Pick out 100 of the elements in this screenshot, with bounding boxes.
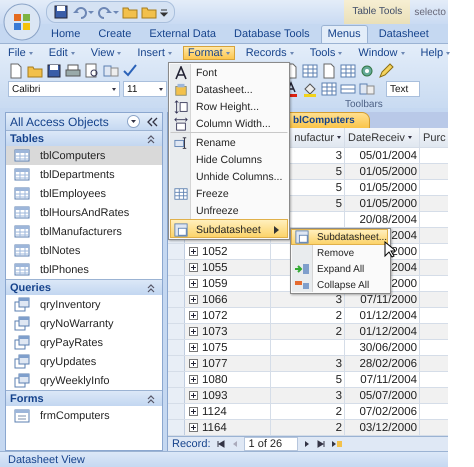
menu-item[interactable]: Unhide Columns...: [170, 168, 288, 185]
menu-item[interactable]: Remove: [291, 245, 388, 261]
navigation-item[interactable]: tblPhones: [6, 260, 162, 279]
column-width-icon: [173, 116, 189, 130]
table-cell: 05/07/2000: [359, 390, 417, 402]
navigation-item[interactable]: frmComputers: [6, 406, 162, 425]
menu-item[interactable]: Font: [170, 64, 288, 81]
expand-icon[interactable]: [189, 247, 198, 256]
expand-icon[interactable]: [189, 263, 198, 272]
form-icon: [14, 408, 30, 424]
ribbon-tab[interactable]: Home: [44, 25, 88, 43]
expand-icon[interactable]: [189, 391, 198, 400]
office-button-icon[interactable]: [3, 3, 41, 41]
expand-icon[interactable]: [189, 343, 198, 352]
menu-button[interactable]: Help: [416, 46, 456, 60]
collapse-icon[interactable]: [146, 282, 156, 292]
table-cell: 01/05/2000: [359, 166, 417, 178]
menu-button[interactable]: Tools: [304, 46, 348, 60]
navigation-item[interactable]: qryPayRates: [6, 333, 162, 352]
menu-button[interactable]: File: [3, 46, 38, 60]
spell-check-icon[interactable]: [122, 63, 138, 79]
column-header[interactable]: Purc: [420, 128, 448, 147]
menu-item[interactable]: Hide Columns: [170, 151, 288, 168]
menu-item[interactable]: Freeze: [170, 185, 288, 202]
expand-icon[interactable]: [189, 327, 198, 336]
collapse-pane-icon[interactable]: [146, 116, 158, 128]
menu-item[interactable]: Datasheet...: [170, 81, 288, 98]
expand-icon[interactable]: [189, 359, 198, 368]
navigation-item[interactable]: tblDepartments: [6, 165, 162, 184]
navigation-item[interactable]: qryUpdates: [6, 352, 162, 371]
dropdown-icon[interactable]: [127, 115, 140, 128]
new-document-icon[interactable]: [8, 63, 24, 79]
ribbon-tab[interactable]: Menus: [320, 25, 368, 43]
menu-button[interactable]: Window: [353, 46, 410, 60]
font-size-dropdown[interactable]: 11: [123, 81, 167, 97]
group-header[interactable]: Tables: [10, 132, 44, 144]
redo-icon[interactable]: [97, 4, 119, 20]
menu-item[interactable]: Subdatasheet...: [291, 229, 388, 245]
table-cell: 2: [336, 326, 342, 338]
group-header[interactable]: Queries: [10, 282, 51, 294]
font-name-dropdown[interactable]: Calibri: [8, 81, 120, 97]
menu-button[interactable]: Format: [182, 46, 235, 60]
group-header[interactable]: Forms: [10, 392, 44, 404]
fill-color-icon[interactable]: [302, 81, 318, 97]
menu-item[interactable]: Rename: [170, 132, 288, 151]
expand-icon[interactable]: [189, 295, 198, 304]
save-icon[interactable]: [53, 4, 69, 20]
collapse-icon[interactable]: [146, 134, 156, 144]
menu-button[interactable]: View: [86, 46, 126, 60]
table-cell: 1164: [202, 422, 227, 434]
menu-item[interactable]: Row Height...: [170, 98, 288, 115]
next-record-icon[interactable]: [302, 439, 311, 449]
expand-icon[interactable]: [189, 279, 198, 288]
gear-icon[interactable]: [359, 63, 375, 79]
pen-icon[interactable]: [378, 63, 394, 79]
expand-icon[interactable]: [189, 407, 198, 416]
collapse-icon[interactable]: [146, 394, 156, 404]
first-record-icon[interactable]: [216, 439, 226, 449]
navigation-item[interactable]: tblHoursAndRates: [6, 203, 162, 222]
expand-icon[interactable]: [189, 423, 198, 432]
document-tab[interactable]: blComputers: [288, 112, 370, 128]
navigation-item[interactable]: qryWeeklyInfo: [6, 371, 162, 390]
grid-icon[interactable]: [340, 63, 356, 79]
ribbon-tab[interactable]: Create: [91, 25, 138, 43]
expand-icon[interactable]: [189, 311, 198, 320]
menu-item[interactable]: Subdatasheet: [170, 219, 288, 238]
pane-title: All Access Objects: [10, 114, 110, 128]
table-icon: [14, 166, 30, 182]
menu-item[interactable]: Expand All: [291, 261, 388, 277]
page-icon[interactable]: [321, 63, 337, 79]
column-header[interactable]: DateReceiv: [345, 128, 420, 147]
print-icon[interactable]: [65, 63, 81, 79]
navigation-item[interactable]: qryInventory: [6, 295, 162, 314]
navigation-item[interactable]: tblNotes: [6, 241, 162, 260]
expand-icon[interactable]: [189, 375, 198, 384]
menu-item[interactable]: Unfreeze: [170, 202, 288, 219]
menu-button[interactable]: Edit: [44, 46, 80, 60]
menu-button[interactable]: Records: [240, 46, 299, 60]
ribbon-tab[interactable]: External Data: [142, 25, 224, 43]
menu-button[interactable]: Insert: [132, 46, 177, 60]
gridlines-icon[interactable]: [321, 81, 337, 97]
letter-icon-a: [174, 66, 188, 80]
print-preview-icon[interactable]: [84, 63, 100, 79]
new-record-icon[interactable]: [330, 439, 343, 449]
query-icon: [14, 372, 30, 388]
rename-icon: [173, 136, 189, 150]
save-icon[interactable]: [46, 63, 62, 79]
navigation-item[interactable]: tblComputers: [6, 146, 162, 165]
data-type-dropdown[interactable]: Text: [386, 81, 420, 97]
ribbon-tab[interactable]: Database Tools: [227, 25, 317, 43]
menu-item[interactable]: Collapse All: [291, 277, 388, 293]
query-icon: [14, 316, 30, 332]
last-record-icon[interactable]: [316, 439, 326, 449]
table-cell: 1052: [202, 246, 228, 258]
subdatasheet-icon: [173, 222, 189, 236]
ribbon-tab[interactable]: Datasheet: [372, 25, 436, 43]
navigation-item[interactable]: tblManufacturers: [6, 222, 162, 241]
record-number-field[interactable]: 1 of 26: [244, 437, 298, 451]
navigation-item[interactable]: qryNoWarranty: [6, 314, 162, 333]
navigation-item[interactable]: tblEmployees: [6, 184, 162, 203]
